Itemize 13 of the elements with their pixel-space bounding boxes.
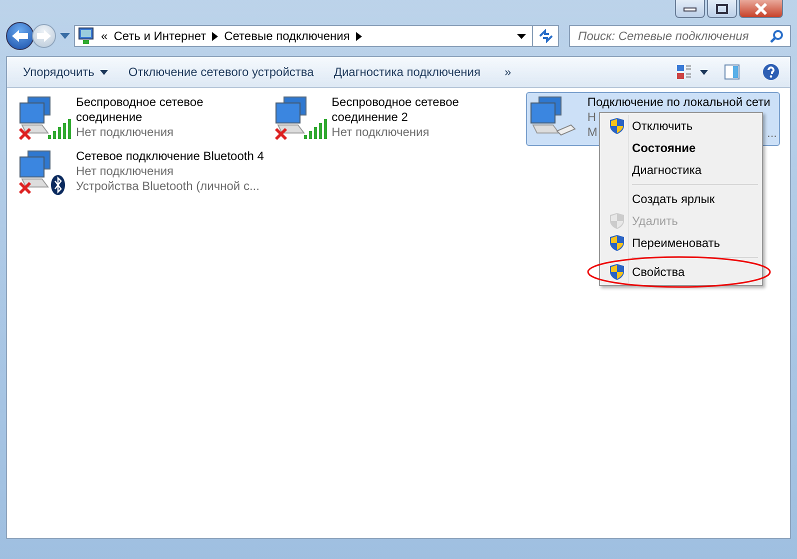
connection-name: Беспроводное сетевое: [332, 95, 459, 110]
connection-name: Подключение по локальной сети: [587, 95, 770, 110]
connection-name: Беспроводное сетевое: [76, 95, 204, 110]
connection-detail: М: [587, 125, 598, 140]
connection-name: соединение: [76, 110, 142, 125]
connection-name: Сетевое подключение Bluetooth 4: [76, 149, 264, 164]
connection-detail: Нет подключения: [332, 125, 430, 140]
connection-detail: Нет подключения: [76, 125, 174, 140]
connection-detail: Устройства Bluetooth (личной с...: [76, 179, 260, 194]
connection-detail: ...: [767, 126, 778, 141]
connection-detail: Н: [587, 110, 596, 125]
connection-name: соединение 2: [332, 110, 408, 125]
connection-detail: Нет подключения: [76, 164, 174, 179]
